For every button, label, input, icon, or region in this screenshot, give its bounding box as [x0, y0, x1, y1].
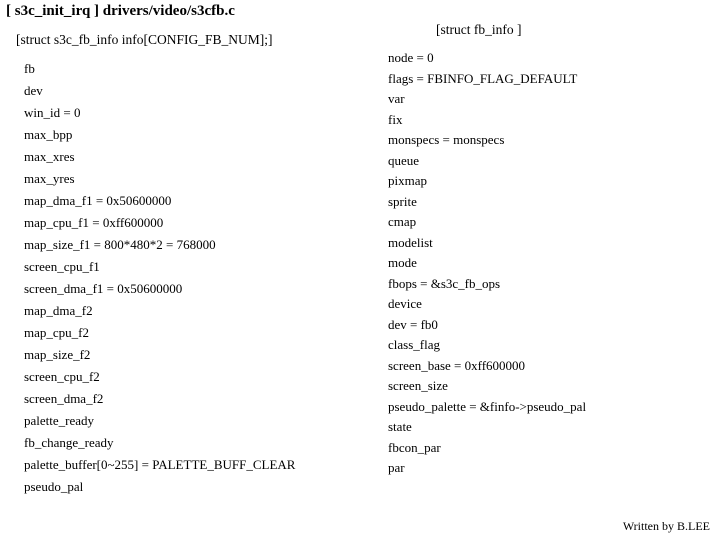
page-title: [ s3c_init_irq ] drivers/video/s3cfb.c	[6, 3, 235, 20]
right-field: par	[380, 458, 700, 479]
left-field: map_cpu_f1 = 0xff600000	[16, 212, 346, 234]
right-field: var	[380, 89, 700, 110]
left-field: win_id = 0	[16, 102, 346, 124]
left-fields: fbdevwin_id = 0max_bppmax_xresmax_yresma…	[16, 58, 346, 498]
left-field: palette_ready	[16, 410, 346, 432]
right-field: screen_size	[380, 376, 700, 397]
left-field: dev	[16, 80, 346, 102]
right-field: monspecs = monspecs	[380, 130, 700, 151]
right-field: fbops = &s3c_fb_ops	[380, 274, 700, 295]
left-column: [struct s3c_fb_info info[CONFIG_FB_NUM];…	[16, 28, 346, 498]
left-field: map_dma_f1 = 0x50600000	[16, 190, 346, 212]
right-field: flags = FBINFO_FLAG_DEFAULT	[380, 69, 700, 90]
left-field: map_size_f2	[16, 344, 346, 366]
left-field: fb	[16, 58, 346, 80]
left-field: map_cpu_f2	[16, 322, 346, 344]
right-field: node = 0	[380, 48, 700, 69]
left-field: screen_cpu_f1	[16, 256, 346, 278]
right-field: screen_base = 0xff600000	[380, 356, 700, 377]
left-field: pseudo_pal	[16, 476, 346, 498]
right-field: class_flag	[380, 335, 700, 356]
right-fields: node = 0flags = FBINFO_FLAG_DEFAULTvarfi…	[380, 48, 700, 479]
right-field: modelist	[380, 233, 700, 254]
right-field: fbcon_par	[380, 438, 700, 459]
left-field: palette_buffer[0~255] = PALETTE_BUFF_CLE…	[16, 454, 346, 476]
right-field: dev = fb0	[380, 315, 700, 336]
left-field: map_size_f1 = 800*480*2 = 768000	[16, 234, 346, 256]
left-field: max_bpp	[16, 124, 346, 146]
left-field: max_yres	[16, 168, 346, 190]
right-field: mode	[380, 253, 700, 274]
right-field: pixmap	[380, 171, 700, 192]
right-field: queue	[380, 151, 700, 172]
right-field: state	[380, 417, 700, 438]
left-field: screen_cpu_f2	[16, 366, 346, 388]
right-field: device	[380, 294, 700, 315]
right-field: sprite	[380, 192, 700, 213]
right-field: pseudo_palette = &finfo->pseudo_pal	[380, 397, 700, 418]
left-field: map_dma_f2	[16, 300, 346, 322]
left-field: max_xres	[16, 146, 346, 168]
right-field: cmap	[380, 212, 700, 233]
right-column: [struct fb_info ] node = 0flags = FBINFO…	[380, 18, 700, 479]
left-field: screen_dma_f1 = 0x50600000	[16, 278, 346, 300]
right-field: fix	[380, 110, 700, 131]
left-struct-header: [struct s3c_fb_info info[CONFIG_FB_NUM];…	[16, 32, 346, 48]
left-field: screen_dma_f2	[16, 388, 346, 410]
left-field: fb_change_ready	[16, 432, 346, 454]
right-struct-header: [struct fb_info ]	[436, 22, 700, 38]
footer-credit: Written by B.LEE	[623, 519, 710, 534]
